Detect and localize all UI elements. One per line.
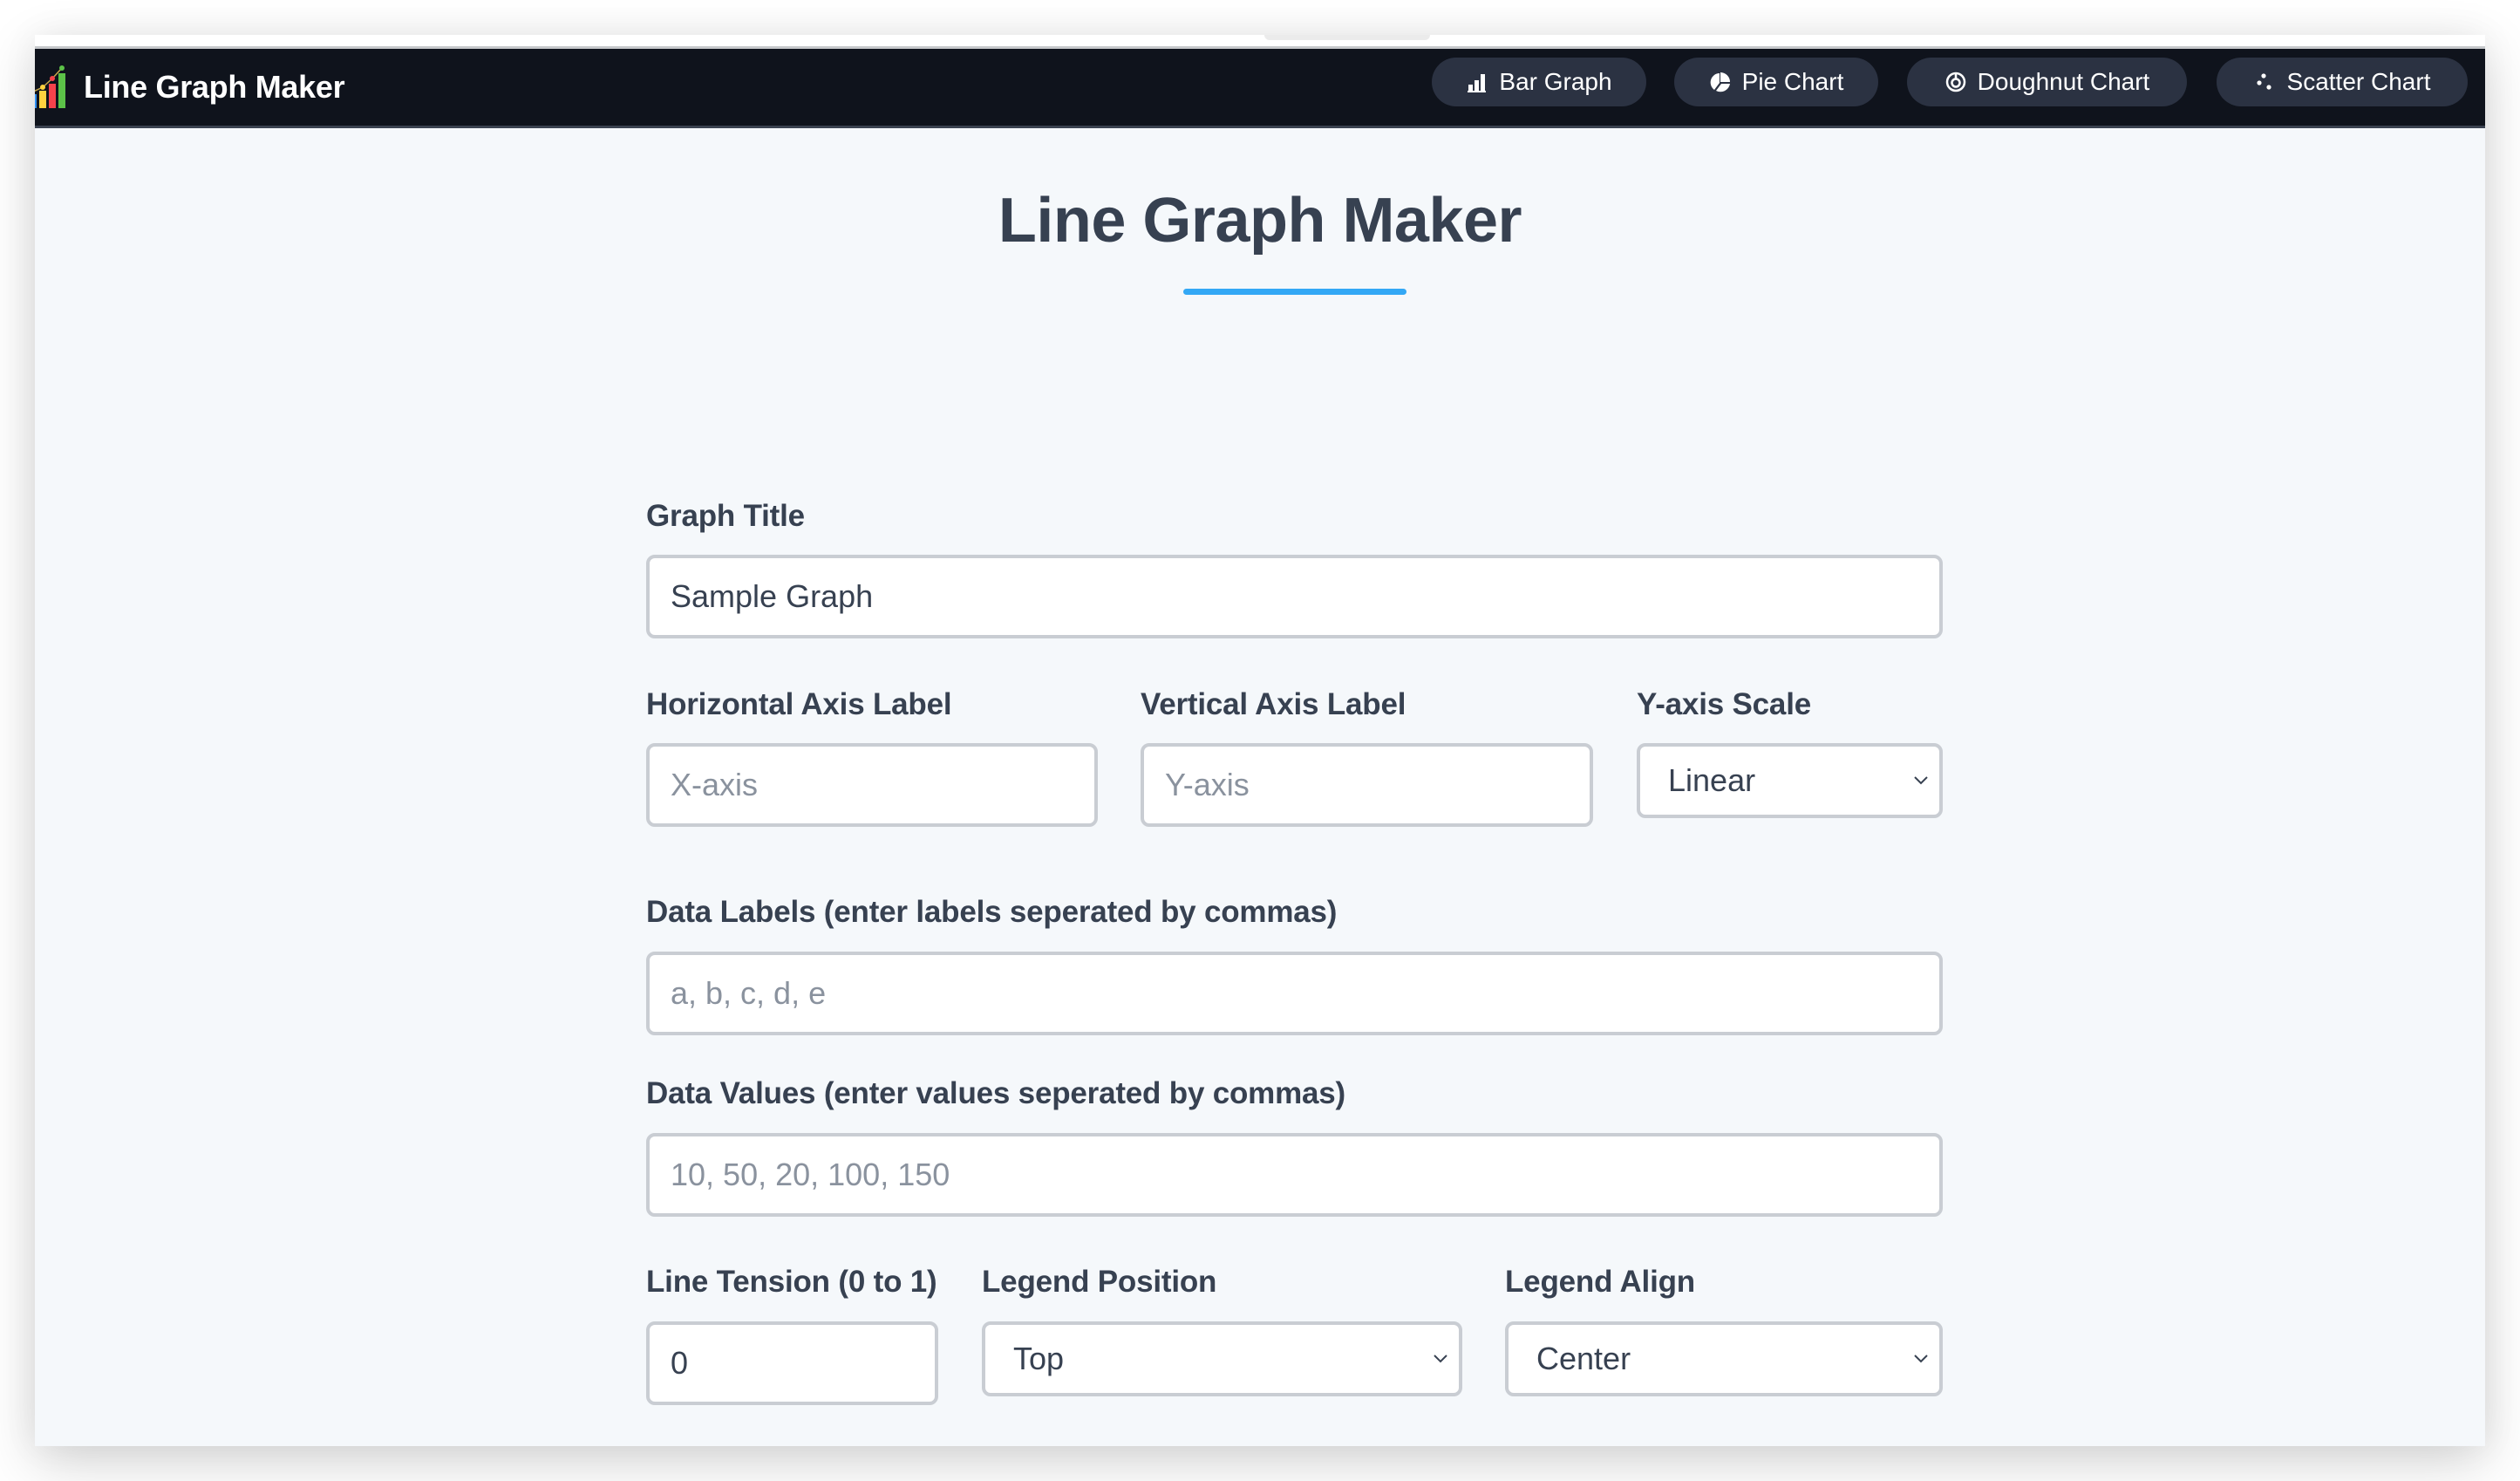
graph-title-input[interactable] — [646, 555, 1943, 638]
y-scale-selected-value: Linear — [1668, 762, 1756, 798]
data-values-label: Data Values (enter values seperated by c… — [646, 1076, 1346, 1110]
data-labels-label: Data Labels (enter labels seperated by c… — [646, 895, 1338, 929]
title-underline — [1183, 289, 1406, 295]
legend-align-select[interactable]: Center — [1505, 1321, 1943, 1396]
line-tension-input[interactable] — [646, 1321, 938, 1405]
data-labels-input[interactable] — [646, 952, 1943, 1035]
brand-title: Line Graph Maker — [84, 69, 345, 105]
legend-position-select[interactable]: Top — [982, 1321, 1462, 1396]
bar-line-chart-logo-icon — [35, 65, 65, 108]
pie-chart-icon — [1710, 72, 1730, 92]
y-scale-select[interactable]: Linear — [1637, 743, 1943, 818]
nav-bar-graph-label: Bar Graph — [1499, 68, 1612, 95]
brand-link[interactable]: Line Graph Maker — [35, 58, 345, 117]
chevron-down-icon — [1434, 1355, 1447, 1363]
page-title: Line Graph Maker — [998, 186, 1522, 256]
legend-position-label: Legend Position — [982, 1265, 1217, 1299]
y-axis-label: Vertical Axis Label — [1141, 687, 1406, 721]
nav-bar-graph-button[interactable]: Bar Graph — [1432, 58, 1646, 106]
bar-chart-icon — [1468, 74, 1487, 92]
browser-window: Line Graph Maker Bar Graph Pie Chart Dou… — [35, 35, 2485, 1446]
graph-title-label: Graph Title — [646, 499, 805, 533]
window-notch — [1264, 35, 1430, 40]
y-scale-label: Y-axis Scale — [1637, 687, 1811, 721]
nav-doughnut-chart-button[interactable]: Doughnut Chart — [1907, 58, 2187, 106]
navbar: Line Graph Maker Bar Graph Pie Chart Dou… — [35, 49, 2485, 128]
legend-align-selected-value: Center — [1536, 1341, 1631, 1376]
chevron-down-icon — [1914, 1355, 1928, 1363]
nav-scatter-chart-label: Scatter Chart — [2286, 68, 2431, 95]
data-values-input[interactable] — [646, 1133, 1943, 1217]
legend-position-selected-value: Top — [1013, 1341, 1065, 1376]
doughnut-chart-icon — [1945, 72, 1965, 92]
nav-pie-chart-label: Pie Chart — [1741, 68, 1844, 95]
line-tension-label: Line Tension (0 to 1) — [646, 1265, 937, 1299]
legend-align-label: Legend Align — [1505, 1265, 1695, 1299]
nav-scatter-chart-button[interactable]: Scatter Chart — [2217, 58, 2468, 106]
y-axis-input[interactable] — [1141, 743, 1593, 827]
window-top-strip — [35, 35, 2485, 49]
x-axis-input[interactable] — [646, 743, 1098, 827]
nav-doughnut-chart-label: Doughnut Chart — [1977, 68, 2150, 95]
x-axis-label: Horizontal Axis Label — [646, 687, 952, 721]
nav-pie-chart-button[interactable]: Pie Chart — [1674, 58, 1878, 106]
chevron-down-icon — [1914, 776, 1928, 785]
scatter-chart-icon — [2256, 73, 2271, 90]
